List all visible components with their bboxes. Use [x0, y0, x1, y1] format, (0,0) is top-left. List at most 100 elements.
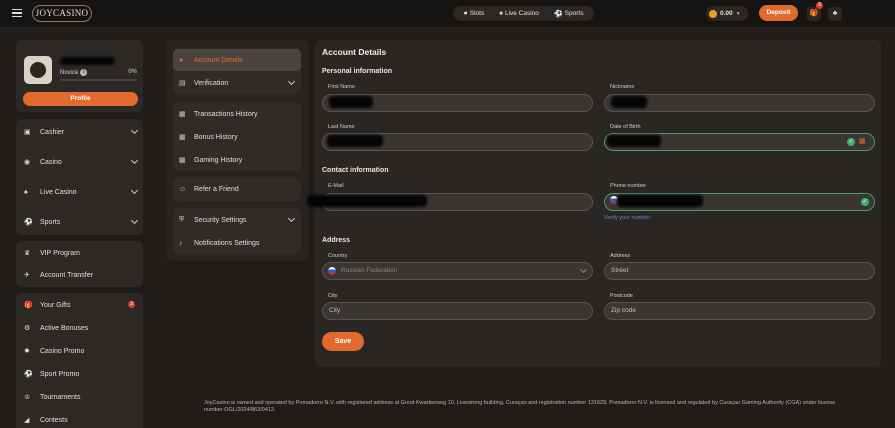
user-icon: ♣: [832, 10, 838, 17]
chevron-down-icon: [130, 126, 139, 135]
sidebar-group-main: ▣ Cashier ◉ Casino ♠ Live Casino ⚽ Sport…: [16, 119, 143, 235]
nav-live-casino-label: Live Casino: [504, 10, 539, 17]
verify-number-link[interactable]: Verify your number: [604, 215, 650, 221]
phone-label: Phone number: [610, 183, 647, 189]
percent-icon: ⚙: [24, 325, 31, 332]
user-plus-icon: ☺: [179, 185, 187, 193]
sidebar-item-live-casino[interactable]: ♠ Live Casino: [16, 181, 143, 203]
bell-icon: ♪: [179, 239, 183, 247]
sidebar-item-sport-promo[interactable]: ⚽ Sport Promo: [16, 363, 143, 385]
account-menu-group-4: ⛨ Security Settings ♪ Notifications Sett…: [173, 208, 301, 254]
sidebar-item-cashier[interactable]: ▣ Cashier: [16, 121, 143, 143]
sidebar-item-label: Your Gifts: [40, 301, 71, 309]
page-title: Account Details: [322, 47, 387, 57]
nav-slots-label: Slots: [469, 10, 485, 17]
sidebar-item-label: Casino: [40, 158, 62, 166]
menu-gaming-history[interactable]: ▦ Gaming History: [173, 149, 301, 171]
menu-notifications-settings[interactable]: ♪ Notifications Settings: [173, 232, 301, 254]
menu-account-details[interactable]: ● Account Details: [173, 49, 301, 71]
top-header: JOYCASINO ● Slots ♠ Live Casino ⚽ Sports…: [0, 0, 895, 28]
avatar[interactable]: [24, 56, 52, 84]
sidebar-item-active-bonuses[interactable]: ⚙ Active Bonuses: [16, 317, 143, 339]
country-label: Country: [328, 253, 348, 259]
sidebar-item-label: Live Casino: [40, 188, 77, 196]
account-details-panel: Account Details Personal information Fir…: [307, 40, 881, 367]
sidebar-item-tournaments[interactable]: ♔ Tournaments: [16, 386, 143, 408]
nav-sports-label: Sports: [564, 10, 584, 17]
address-heading: Address: [322, 237, 351, 244]
save-button[interactable]: Save: [322, 332, 364, 351]
sidebar-item-label: Account Transfer: [40, 271, 93, 279]
account-menu-group-2: ▦ Transactions History ▦ Bonus History ▦…: [173, 102, 301, 171]
personal-info-heading: Personal information: [322, 68, 393, 75]
gift-button[interactable]: 🎁: [807, 7, 821, 21]
sidebar-item-label: Casino Promo: [40, 347, 85, 355]
coin-icon: [709, 9, 717, 18]
sidebar-item-label: Sports: [40, 218, 61, 226]
balance-selector[interactable]: 0.00 ▼: [706, 6, 748, 21]
level-progress-bar: [60, 79, 137, 81]
redacted-first-name: [329, 96, 373, 108]
menu-label: Notifications Settings: [194, 239, 260, 247]
nav-live-casino[interactable]: ♠ Live Casino: [499, 10, 539, 17]
verification-icon: ▤: [179, 80, 186, 87]
first-name-label: First Name: [328, 84, 355, 90]
deposit-button[interactable]: Deposit: [759, 5, 798, 21]
postcode-label: Postcode: [610, 293, 633, 299]
account-menu-group-1: ● Account Details ▤ Verification: [173, 48, 301, 94]
contest-icon: ◢: [24, 417, 30, 424]
sidebar-item-label: Active Bonuses: [40, 324, 89, 332]
menu-refer-friend[interactable]: ☺ Refer a Friend: [173, 178, 301, 200]
profile-card: Novice i 0% Profile: [16, 40, 143, 112]
sidebar-item-casino-promo[interactable]: ✸ Casino Promo: [16, 340, 143, 362]
trophy-icon: ♔: [24, 394, 31, 401]
menu-label: Refer a Friend: [194, 185, 239, 193]
slots-icon: ●: [463, 10, 468, 17]
menu-label: Gaming History: [194, 156, 243, 164]
postcode-field[interactable]: Zip code: [604, 302, 875, 320]
sidebar-item-label: Tournaments: [40, 393, 81, 401]
redacted-username: [60, 57, 115, 65]
progress-percent: 0%: [128, 69, 137, 75]
casino-icon: ◉: [24, 159, 31, 166]
chevron-down-icon: ▼: [735, 10, 741, 17]
menu-transactions-history[interactable]: ▦ Transactions History: [173, 103, 301, 125]
sidebar-item-sports[interactable]: ⚽ Sports: [16, 211, 143, 233]
sidebar-group-promo: 🎁 Your Gifts 3 ⚙ Active Bonuses ✸ Casino…: [16, 293, 143, 428]
address-field[interactable]: Street: [604, 262, 875, 280]
sidebar-item-label: Cashier: [40, 128, 65, 136]
balance-value: 0.00: [720, 10, 733, 17]
document-icon: ▦: [179, 134, 186, 141]
user-menu-button[interactable]: ♣: [828, 7, 842, 21]
sidebar-item-your-gifts[interactable]: 🎁 Your Gifts 3: [16, 294, 143, 316]
sidebar-item-label: Contests: [40, 416, 68, 424]
menu-verification[interactable]: ▤ Verification: [173, 72, 301, 94]
gift-icon: 🎁: [24, 302, 33, 309]
country-select[interactable]: Russian Federation: [322, 262, 593, 280]
account-menu-group-3: ☺ Refer a Friend: [173, 178, 301, 201]
nav-slots[interactable]: ● Slots: [464, 10, 485, 17]
sidebar-item-account-transfer[interactable]: ✈ Account Transfer: [16, 264, 143, 286]
menu-security-settings[interactable]: ⛨ Security Settings: [173, 209, 301, 231]
footer-legal-text: JoyCasino is owned and operated by Pomad…: [204, 400, 836, 413]
sidebar-item-vip-program[interactable]: ♛ VIP Program: [16, 242, 143, 264]
level-label: Novice i: [60, 69, 88, 76]
russia-flag-icon: [328, 267, 336, 275]
sidebar-item-contests[interactable]: ◢ Contests: [16, 409, 143, 428]
menu-bonus-history[interactable]: ▦ Bonus History: [173, 126, 301, 148]
sports-icon: ⚽: [553, 10, 563, 18]
site-logo[interactable]: JOYCASINO: [32, 5, 92, 22]
dob-label: Date of Birth: [610, 124, 641, 130]
valid-check-icon: ✓: [847, 138, 855, 146]
email-label: E-Mail: [328, 183, 344, 189]
shield-icon: ⛨: [179, 216, 185, 223]
profile-button[interactable]: Profile: [23, 92, 138, 106]
calendar-icon[interactable]: ▦: [859, 137, 866, 145]
menu-label: Account Details: [194, 56, 243, 64]
nav-sports[interactable]: ⚽ Sports: [554, 10, 584, 18]
info-icon[interactable]: i: [80, 69, 88, 76]
chevron-down-icon: [130, 156, 139, 165]
menu-icon[interactable]: [12, 9, 22, 18]
city-field[interactable]: City: [322, 302, 593, 320]
sidebar-item-casino[interactable]: ◉ Casino: [16, 151, 143, 173]
